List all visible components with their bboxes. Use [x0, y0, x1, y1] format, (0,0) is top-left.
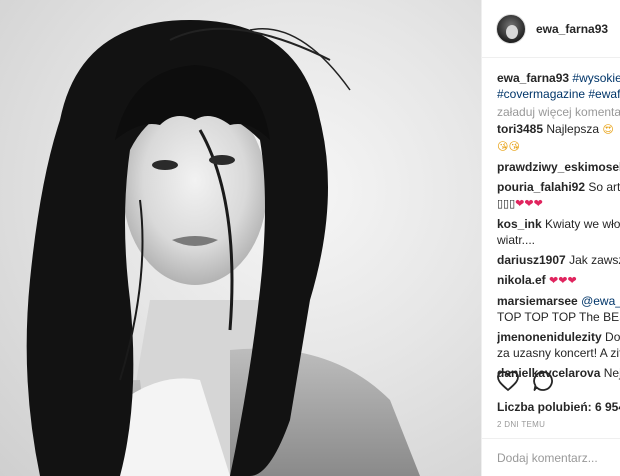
kiss-emoji-icon: 😘😘 — [497, 140, 520, 153]
list-item: kos_ink Kwiaty we włos — [497, 216, 620, 232]
speech-bubble-icon — [533, 371, 553, 391]
post-sidebar: ewa_farna93 ewa_farna93 #wysokie #coverm… — [481, 0, 620, 476]
comment-button[interactable] — [532, 370, 554, 392]
comment-text: So artis — [588, 180, 620, 194]
caption-hashtag[interactable]: #wysokie — [572, 71, 620, 85]
list-item-continued: za uzasny koncert! A zit — [497, 345, 620, 361]
comment-username-link[interactable]: marsiemarsee — [497, 294, 578, 308]
heart-emoji-icon: ❤❤❤ — [549, 274, 577, 287]
post-actions — [482, 370, 620, 392]
list-item: dariusz1907 Jak zawsz — [497, 252, 620, 268]
list-item-continued: ▯▯▯❤❤❤ — [497, 195, 620, 212]
list-item: jmenonenidulezity Dok — [497, 329, 620, 345]
comment-text: za uzasny koncert! A zit — [497, 346, 620, 360]
comment-username-link[interactable]: kos_ink — [497, 217, 542, 231]
portrait-image — [26, 20, 420, 476]
caption-username-link[interactable]: ewa_farna93 — [497, 71, 569, 85]
comment-username-link[interactable]: dariusz1907 — [497, 253, 566, 267]
post-header: ewa_farna93 — [482, 0, 620, 58]
list-item: prawdziwy_eskimosek — [497, 159, 620, 175]
post-date[interactable]: 2 DNI TEMU — [497, 420, 545, 429]
comment-text: Najlepsza — [546, 122, 600, 136]
likes-count[interactable]: Liczba polubień: 6 954 — [497, 400, 620, 414]
heart-outline-icon — [497, 371, 519, 392]
list-item-continued: wiatr.... — [497, 232, 620, 248]
comment-username-link[interactable]: jmenonenidulezity — [497, 330, 602, 344]
comment-text: wiatr.... — [497, 233, 536, 247]
load-more-label[interactable]: załaduj więcej komentar — [497, 105, 620, 119]
list-item-continued: TOP TOP TOP The BES — [497, 309, 620, 325]
post-photo[interactable] — [0, 0, 481, 476]
comments-list: ewa_farna93 #wysokie #covermagazine #ewa… — [482, 70, 620, 381]
heart-emoji-icon: ❤❤❤ — [515, 197, 543, 210]
list-item-continued: 😘😘 — [497, 138, 620, 155]
comment-username-link[interactable]: prawdziwy_eskimosek — [497, 160, 620, 174]
list-item: tori3485 Najlepsza 😍 — [497, 121, 620, 138]
header-username-link[interactable]: ewa_farna93 — [536, 22, 608, 36]
load-more-comments[interactable]: załaduj więcej komentar — [497, 104, 620, 120]
comment-text: TOP TOP TOP The BES — [497, 310, 620, 324]
comment-username-link[interactable]: tori3485 — [497, 122, 543, 136]
list-item: nikola.ef ❤❤❤ — [497, 272, 620, 289]
comment-text: Dok — [605, 330, 620, 344]
comment-input[interactable] — [497, 450, 607, 465]
flag-emoji-icon: ▯▯▯ — [497, 197, 516, 210]
heart-eyes-emoji-icon: 😍 — [602, 123, 614, 136]
list-item: marsiemarsee @ewa_f — [497, 293, 620, 309]
comment-text: Jak zawsz — [569, 253, 620, 267]
comment-username-link[interactable]: nikola.ef — [497, 273, 546, 287]
caption: ewa_farna93 #wysokie — [497, 70, 620, 86]
comment-mention[interactable]: @ewa_f — [581, 294, 620, 308]
caption-hashtag[interactable]: #covermagazine #ewafa — [497, 87, 620, 101]
like-button[interactable] — [496, 370, 520, 392]
avatar[interactable] — [496, 13, 526, 44]
caption-continued: #covermagazine #ewafa — [497, 86, 620, 102]
list-item: pouria_falahi92 So artis — [497, 179, 620, 195]
add-comment-bar — [482, 438, 620, 476]
comment-text: Kwiaty we włos — [545, 217, 620, 231]
comment-username-link[interactable]: pouria_falahi92 — [497, 180, 585, 194]
